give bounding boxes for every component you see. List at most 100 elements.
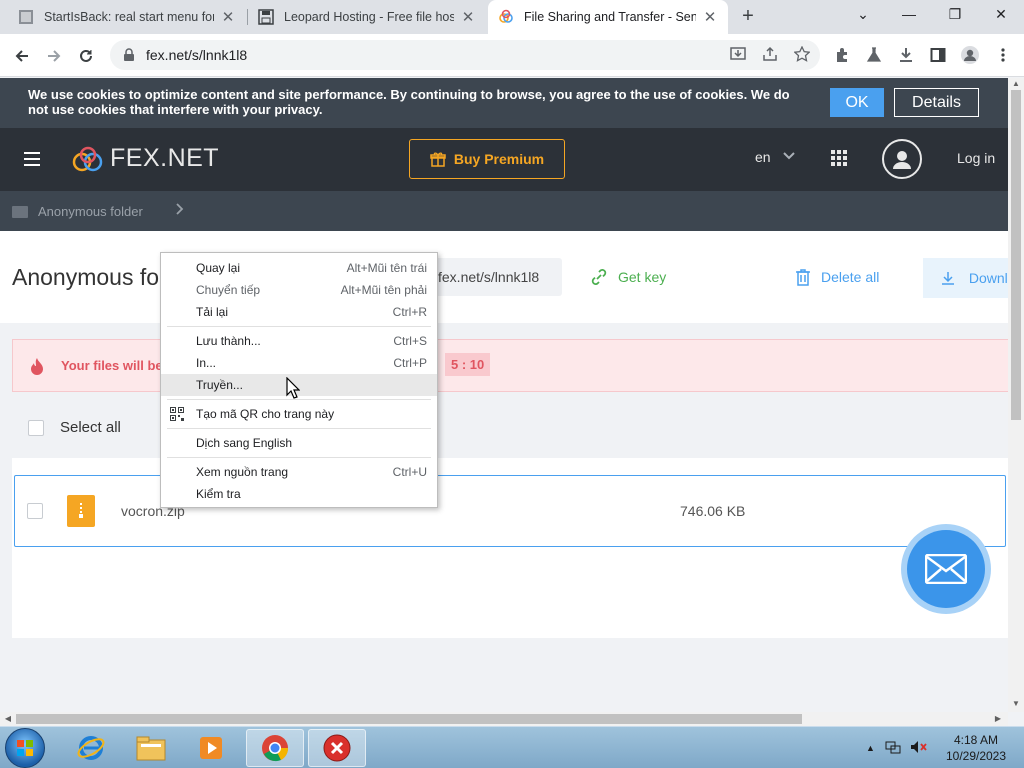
tab-search-chevron-icon[interactable]: ⌄	[840, 0, 886, 30]
menu-item-label: Quay lại	[196, 261, 241, 275]
scroll-down-arrow-icon[interactable]: ▼	[1008, 698, 1024, 710]
cookie-banner: We use cookies to optimize content and s…	[0, 78, 1008, 128]
bookmark-star-icon[interactable]	[790, 42, 814, 66]
zip-file-icon	[67, 495, 95, 527]
tab-startisback[interactable]: StartIsBack: real start menu for W ✕	[8, 0, 246, 34]
close-icon[interactable]: ✕	[702, 8, 718, 26]
address-bar[interactable]: fex.net/s/lnnk1l8	[110, 40, 820, 70]
buy-premium-button[interactable]: Buy Premium	[409, 139, 565, 179]
lock-icon	[124, 48, 134, 61]
hamburger-menu-icon[interactable]	[24, 152, 40, 166]
scroll-up-arrow-icon[interactable]: ▲	[1008, 78, 1024, 90]
downloads-icon[interactable]	[895, 44, 917, 66]
menu-item-label: Tải lại	[196, 305, 229, 319]
internet-explorer-icon[interactable]	[62, 729, 120, 767]
user-avatar-icon[interactable]	[882, 139, 922, 179]
back-arrow-icon[interactable]	[8, 42, 36, 70]
network-icon[interactable]	[885, 739, 901, 758]
contact-mail-button[interactable]	[901, 524, 991, 614]
vertical-scrollbar[interactable]: ▲ ▼	[1008, 78, 1024, 712]
maximize-icon[interactable]: ❐	[932, 0, 978, 30]
menu-item-forward[interactable]: Chuyển tiếp Alt+Mũi tên phải	[161, 279, 437, 301]
start-button-icon[interactable]	[5, 728, 45, 768]
tab-leopard-hosting[interactable]: Leopard Hosting - Free file hosti ✕	[248, 0, 486, 34]
volume-muted-icon[interactable]	[909, 739, 927, 758]
vertical-scroll-thumb[interactable]	[1011, 90, 1021, 420]
browser-toolbar: fex.net/s/lnnk1l8	[0, 34, 1024, 77]
login-link[interactable]: Log in	[957, 150, 995, 166]
page-viewport: We use cookies to optimize content and s…	[0, 78, 1008, 712]
more-menu-icon[interactable]	[992, 44, 1014, 66]
envelope-icon	[925, 554, 967, 584]
tab-title: File Sharing and Transfer - Send	[524, 10, 696, 24]
logo-wordmark: FEX.NET	[110, 144, 220, 172]
extensions-puzzle-icon[interactable]	[831, 44, 853, 66]
folder-toolbar: Anonymous folder fex.net/s/lnnk1l8 Get k…	[0, 231, 1008, 323]
tab-fex-net[interactable]: File Sharing and Transfer - Send ✕	[488, 0, 728, 34]
new-tab-button[interactable]: +	[736, 5, 760, 29]
download-button[interactable]: Download	[923, 258, 1008, 298]
menu-item-print[interactable]: In... Ctrl+P	[161, 352, 437, 374]
install-app-icon[interactable]	[726, 42, 750, 66]
forward-arrow-icon[interactable]	[40, 42, 68, 70]
menu-item-label: Chuyển tiếp	[196, 283, 261, 297]
startisback-favicon-icon	[18, 9, 34, 25]
browser-tab-strip: StartIsBack: real start menu for W ✕ Leo…	[0, 0, 1024, 34]
menu-item-inspect[interactable]: Kiểm tra	[161, 483, 437, 505]
system-tray: ▲	[866, 727, 927, 768]
share-link-field[interactable]: fex.net/s/lnnk1l8	[424, 258, 562, 296]
file-explorer-icon[interactable]	[122, 729, 180, 767]
horizontal-scroll-thumb[interactable]	[16, 714, 802, 724]
tray-expand-icon[interactable]: ▲	[866, 743, 875, 753]
horizontal-scrollbar[interactable]: ◀ ▶	[0, 712, 1008, 726]
window-close-icon[interactable]: ✕	[978, 0, 1024, 30]
menu-item-label: Tạo mã QR cho trang này	[196, 407, 335, 421]
reload-icon[interactable]	[72, 42, 100, 70]
system-clock[interactable]: 4:18 AM 10/29/2023	[936, 732, 1016, 764]
profile-avatar-icon[interactable]	[959, 44, 981, 66]
chevron-right-icon	[176, 202, 184, 218]
scroll-right-arrow-icon[interactable]: ▶	[992, 712, 1004, 726]
delete-all-button[interactable]: Delete all	[795, 268, 879, 286]
menu-item-shortcut: Alt+Mũi tên trái	[346, 261, 427, 275]
menu-item-label: Kiểm tra	[196, 487, 241, 501]
error-app-taskbar-icon[interactable]	[308, 729, 366, 767]
menu-separator	[167, 457, 431, 458]
share-icon[interactable]	[758, 42, 782, 66]
cookie-details-button[interactable]: Details	[894, 88, 979, 117]
file-checkbox[interactable]	[27, 503, 43, 519]
select-all-checkbox[interactable]	[28, 420, 44, 436]
close-icon[interactable]: ✕	[460, 8, 476, 26]
scroll-left-arrow-icon[interactable]: ◀	[2, 712, 14, 726]
chrome-taskbar-icon[interactable]	[246, 729, 304, 767]
qr-code-icon	[170, 407, 184, 421]
breadcrumb-folder[interactable]: Anonymous folder	[38, 204, 143, 219]
menu-item-label: Truyền...	[196, 378, 243, 392]
fire-icon	[29, 357, 45, 378]
fex-logo[interactable]: FEX.NET	[72, 144, 219, 173]
menu-item-back[interactable]: Quay lại Alt+Mũi tên trái	[161, 257, 437, 279]
menu-item-label: In...	[196, 356, 217, 370]
media-player-icon[interactable]	[182, 729, 240, 767]
menu-item-create-qr[interactable]: Tạo mã QR cho trang này	[161, 403, 437, 425]
get-key-button[interactable]: Get key	[590, 268, 666, 286]
side-panel-icon[interactable]	[927, 44, 949, 66]
file-size: 746.06 KB	[680, 503, 746, 519]
menu-item-shortcut: Alt+Mũi tên phải	[340, 283, 427, 297]
select-all-label[interactable]: Select all	[60, 419, 121, 436]
warning-text: Your files will be	[61, 358, 163, 373]
get-key-label: Get key	[618, 269, 667, 285]
menu-item-view-source[interactable]: Xem nguồn trang Ctrl+U	[161, 461, 437, 483]
labs-flask-icon[interactable]	[863, 44, 885, 66]
cookie-ok-button[interactable]: OK	[830, 88, 884, 117]
fex-logo-icon	[72, 146, 103, 171]
apps-grid-icon[interactable]	[831, 150, 847, 166]
close-icon[interactable]: ✕	[220, 8, 236, 26]
minimize-icon[interactable]: —	[886, 0, 932, 30]
floppy-disk-icon	[258, 9, 274, 25]
menu-item-save-as[interactable]: Lưu thành... Ctrl+S	[161, 330, 437, 352]
menu-item-translate[interactable]: Dịch sang English	[161, 432, 437, 454]
menu-item-reload[interactable]: Tải lại Ctrl+R	[161, 301, 437, 323]
language-selector[interactable]: en	[755, 149, 795, 165]
menu-item-label: Dịch sang English	[196, 436, 293, 450]
